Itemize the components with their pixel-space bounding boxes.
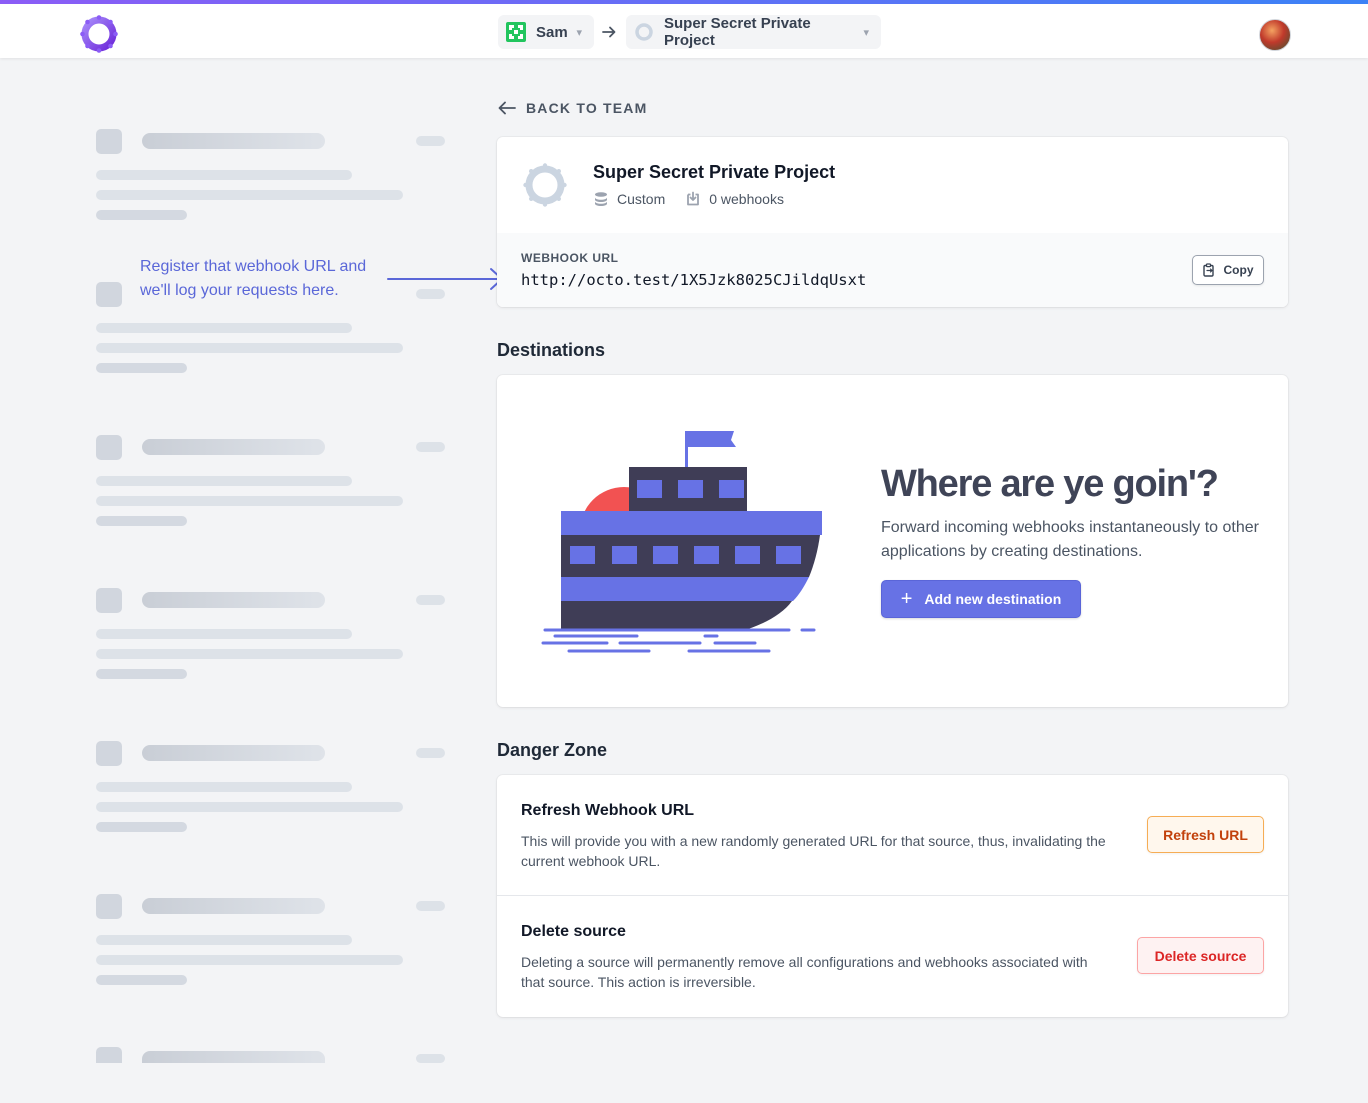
octo-logo-icon[interactable]	[78, 13, 120, 55]
skeleton-block	[142, 898, 325, 914]
destinations-heading: Destinations	[497, 340, 606, 360]
delete-source-button[interactable]: Delete source	[1137, 937, 1264, 974]
skeleton-block	[96, 588, 122, 613]
skeleton-block	[96, 516, 187, 526]
skeleton-block	[416, 136, 445, 146]
destinations-empty-card: Where are ye goin'? Forward incoming web…	[497, 375, 1288, 707]
plus-icon: +	[900, 588, 913, 610]
webhooks-count-label: 0 webhooks	[709, 191, 784, 207]
skeleton-block	[96, 822, 187, 832]
empty-state-title: Where are ye goin'?	[881, 463, 1219, 505]
skeleton-block	[96, 129, 122, 154]
arrow-left-icon	[498, 101, 516, 115]
empty-state-description: Forward incoming webhooks instantaneousl…	[881, 519, 1259, 560]
webhook-url-box: WEBHOOK URL http://octo.test/1X5Jzk8025C…	[497, 233, 1288, 307]
skeleton-block	[96, 323, 352, 333]
arrow-right-icon	[602, 26, 616, 38]
copy-button[interactable]: Copy	[1192, 255, 1264, 285]
skeleton-block	[142, 592, 325, 608]
add-destination-label: Add new destination	[924, 591, 1062, 607]
database-icon	[595, 192, 607, 206]
project-switcher[interactable]: Super Secret Private Project ▾	[626, 15, 881, 49]
copy-label: Copy	[1223, 263, 1254, 277]
back-to-team-link[interactable]: BACK TO TEAM	[498, 100, 647, 116]
skeleton-block	[96, 343, 403, 353]
skeleton-block	[416, 901, 445, 911]
project-card: Super Secret Private Project Custom 0 we…	[497, 137, 1288, 307]
clipboard-icon	[1202, 263, 1214, 277]
inbox-download-icon	[687, 191, 700, 206]
skeleton-block	[416, 442, 445, 452]
refresh-url-description: This will provide you with a new randoml…	[521, 833, 1106, 869]
skeleton-block	[96, 802, 403, 812]
skeleton-block	[96, 935, 352, 945]
danger-zone-card: Refresh Webhook URL This will provide yo…	[497, 775, 1288, 1017]
team-switcher[interactable]: Sam ▾	[498, 15, 594, 49]
webhook-url-label: WEBHOOK URL	[521, 251, 619, 265]
refresh-url-button[interactable]: Refresh URL	[1147, 816, 1264, 853]
skeleton-block	[142, 1051, 325, 1063]
skeleton-block	[96, 435, 122, 460]
skeleton-block	[96, 282, 122, 307]
project-type-label: Custom	[617, 191, 666, 207]
empty-log-annotation: Register that webhook URL and we'll log …	[140, 258, 367, 299]
skeleton-block	[96, 649, 403, 659]
project-title: Super Secret Private Project	[593, 162, 836, 182]
skeleton-block	[96, 210, 187, 220]
skeleton-block	[416, 1054, 445, 1063]
skeleton-block	[96, 1047, 122, 1063]
skeleton-block	[96, 894, 122, 919]
skeleton-block	[142, 745, 325, 761]
arrow-right-icon	[387, 268, 503, 290]
skeleton-block	[96, 741, 122, 766]
skeleton-block	[142, 439, 325, 455]
chevron-down-icon: ▾	[576, 26, 582, 39]
team-pattern-icon	[506, 22, 526, 42]
project-ring-icon	[634, 22, 654, 42]
project-name: Super Secret Private Project	[664, 15, 811, 49]
skeleton-block	[96, 476, 352, 486]
project-type: Custom	[593, 191, 665, 207]
project-meta: Custom 0 webhooks	[593, 191, 804, 207]
skeleton-block	[96, 170, 352, 180]
add-destination-button[interactable]: + Add new destination	[881, 580, 1081, 618]
skeleton-block	[96, 669, 187, 679]
skeleton-block	[416, 748, 445, 758]
ship-illustration	[541, 431, 822, 653]
back-label: BACK TO TEAM	[526, 100, 648, 116]
skeleton-block	[96, 955, 403, 965]
skeleton-block	[96, 782, 352, 792]
team-name: Sam	[536, 23, 568, 41]
refresh-url-title: Refresh Webhook URL	[521, 802, 695, 819]
user-avatar[interactable]	[1259, 19, 1291, 51]
skeleton-block	[96, 629, 352, 639]
skeleton-block	[416, 595, 445, 605]
skeleton-block	[142, 133, 325, 149]
delete-source-row: Delete source Deleting a source will per…	[497, 896, 1288, 1017]
chevron-down-icon: ▾	[863, 26, 869, 39]
skeleton-block	[96, 190, 403, 200]
webhook-url-value[interactable]: http://octo.test/1X5Jzk8025CJildqUsxt	[521, 271, 866, 289]
project-ring-icon	[523, 163, 567, 207]
skeleton-block	[96, 975, 187, 985]
webhooks-count: 0 webhooks	[685, 191, 784, 207]
delete-source-description: Deleting a source will permanently remov…	[521, 954, 1088, 990]
delete-source-title: Delete source	[521, 923, 626, 940]
danger-zone-heading: Danger Zone	[497, 740, 608, 760]
skeleton-block	[96, 363, 187, 373]
top-bar: Sam ▾ Super Secret Private Project ▾	[0, 0, 1368, 58]
skeleton-block	[96, 496, 403, 506]
refresh-url-row: Refresh Webhook URL This will provide yo…	[497, 775, 1288, 896]
